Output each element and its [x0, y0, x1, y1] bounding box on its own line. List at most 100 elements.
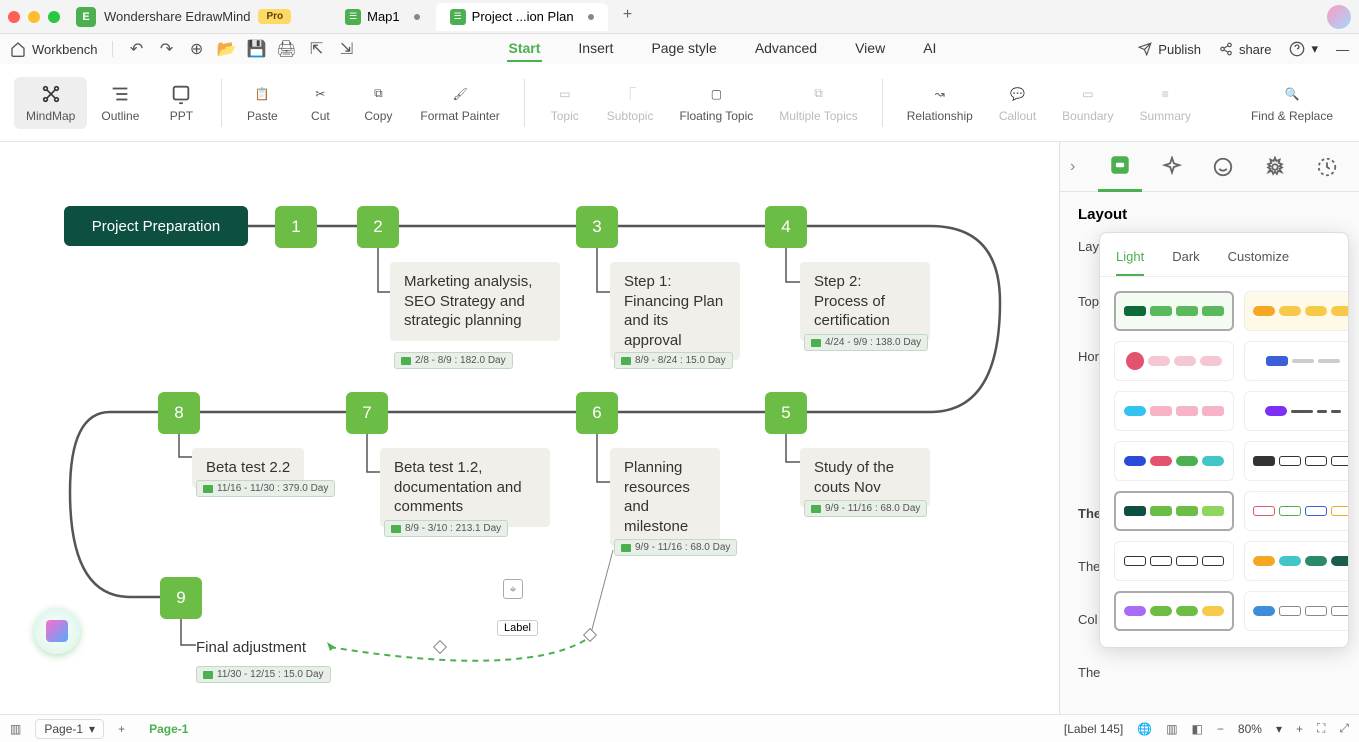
menu-tab-view[interactable]: View [853, 36, 887, 62]
zoom-in-button[interactable]: + [1296, 722, 1303, 736]
theme-tabs: Light Dark Customize [1100, 243, 1348, 277]
theme-swatch[interactable] [1244, 541, 1348, 581]
sub-7[interactable]: Beta test 1.2, documentation and comment… [380, 448, 550, 527]
multiple-topics-button: ⧉Multiple Topics [767, 77, 869, 129]
relationship-label[interactable]: Label [497, 620, 538, 636]
target-indicator[interactable]: ⌖ [503, 579, 523, 599]
fullscreen-icon[interactable]: ⛶ [1317, 721, 1325, 736]
panel-tab-icon[interactable] [1202, 142, 1246, 192]
redo-button[interactable]: ↷ [157, 39, 177, 59]
panel-tab-style[interactable] [1150, 142, 1194, 192]
theme-tab-light[interactable]: Light [1116, 243, 1144, 276]
node-4[interactable]: 4 [765, 206, 807, 248]
node-2[interactable]: 2 [357, 206, 399, 248]
theme-swatch[interactable] [1114, 491, 1234, 531]
maximize-window-icon[interactable] [48, 11, 60, 23]
selection-handle[interactable] [433, 640, 447, 654]
panel-tab-history[interactable] [1305, 142, 1349, 192]
save-button[interactable]: 💾 [247, 39, 267, 59]
minimize-window-icon[interactable] [28, 11, 40, 23]
theme-swatch[interactable] [1114, 541, 1234, 581]
node-5[interactable]: 5 [765, 392, 807, 434]
user-avatar[interactable] [1327, 5, 1351, 29]
print-button[interactable]: 🖨 [277, 39, 297, 59]
menu-tab-insert[interactable]: Insert [576, 36, 615, 62]
theme-swatch[interactable] [1114, 291, 1234, 331]
theme-swatch[interactable] [1114, 591, 1234, 631]
collapse-panel-button[interactable]: › [1070, 158, 1090, 176]
copy-button[interactable]: ⧉Copy [350, 77, 406, 129]
export-button[interactable]: ⇱ [307, 39, 327, 59]
globe-icon[interactable]: 🌐 [1137, 722, 1152, 736]
help-button[interactable]: ▾ [1289, 41, 1318, 57]
cut-button[interactable]: ✂Cut [292, 77, 348, 129]
add-page-button[interactable]: + [118, 722, 125, 736]
menu-tab-page-style[interactable]: Page style [649, 36, 718, 62]
paste-button[interactable]: 📋Paste [234, 77, 290, 129]
theme-swatch[interactable] [1114, 341, 1234, 381]
theme-swatch[interactable] [1244, 441, 1348, 481]
doc-tab-map1[interactable]: ☰ Map1 [331, 3, 434, 31]
panel-tab-clip[interactable] [1253, 142, 1297, 192]
panel-tab-layout[interactable] [1098, 142, 1142, 192]
selection-handle[interactable] [583, 628, 597, 642]
share-button[interactable]: share [1219, 42, 1272, 57]
close-window-icon[interactable] [8, 11, 20, 23]
sub-2[interactable]: Marketing analysis, SEO Strategy and str… [390, 262, 560, 341]
theme-swatch[interactable] [1244, 591, 1348, 631]
publish-button[interactable]: Publish [1138, 42, 1201, 57]
split-view-icon[interactable]: ▥ [1166, 722, 1177, 736]
sub-6[interactable]: Planning resources and milestone [610, 448, 720, 546]
node-3[interactable]: 3 [576, 206, 618, 248]
root-node[interactable]: Project Preparation [64, 206, 248, 246]
sub-4[interactable]: Step 2: Process of certification [800, 262, 930, 341]
pages-icon[interactable]: ▥ [10, 722, 21, 736]
ppt-view-button[interactable]: PPT [153, 77, 209, 129]
new-button[interactable]: ⊕ [187, 39, 207, 59]
floating-topic-button[interactable]: ▢Floating Topic [667, 77, 765, 129]
add-tab-button[interactable]: + [616, 3, 640, 27]
theme-swatch[interactable] [1114, 441, 1234, 481]
theme-swatch[interactable] [1244, 491, 1348, 531]
sub-9[interactable]: Final adjustment [196, 634, 306, 662]
zoom-out-button[interactable]: − [1217, 722, 1224, 736]
page-tab[interactable]: Page-1 [139, 720, 198, 738]
sub-5[interactable]: Study of the couts Nov [800, 448, 930, 507]
theme-tab-dark[interactable]: Dark [1172, 243, 1199, 276]
menu-tab-advanced[interactable]: Advanced [753, 36, 819, 62]
sub-3[interactable]: Step 1: Financing Plan and its approval [610, 262, 740, 360]
outline-view-button[interactable]: Outline [89, 77, 151, 129]
meta-7: 8/9 - 3/10 : 213.1 Day [384, 520, 508, 537]
zoom-level[interactable]: 80% [1238, 722, 1262, 736]
fit-icon[interactable]: ⤢ [1339, 721, 1349, 736]
mindmap-view-button[interactable]: MindMap [14, 77, 87, 129]
open-button[interactable]: 📂 [217, 39, 237, 59]
theme-tab-customize[interactable]: Customize [1228, 243, 1289, 276]
ppt-icon [170, 83, 192, 105]
menu-tab-ai[interactable]: AI [921, 36, 938, 62]
more-button[interactable]: — [1336, 42, 1349, 57]
doc-tab-project-plan[interactable]: ☰ Project ...ion Plan [436, 3, 608, 31]
theme-swatch[interactable] [1244, 291, 1348, 331]
node-9[interactable]: 9 [160, 577, 202, 619]
undo-button[interactable]: ↶ [127, 39, 147, 59]
sidebar-icon[interactable]: ◧ [1192, 722, 1203, 736]
page-dropdown[interactable]: Page-1 ▾ [35, 719, 104, 739]
ai-fab-button[interactable] [34, 608, 80, 654]
theme-swatch[interactable] [1244, 341, 1348, 381]
home-icon [10, 41, 26, 57]
find-replace-button[interactable]: 🔍Find & Replace [1239, 77, 1345, 129]
menu-tab-start[interactable]: Start [507, 36, 543, 62]
chevron-down-icon: ▾ [1276, 722, 1282, 736]
import-button[interactable]: ⇲ [337, 39, 357, 59]
node-7[interactable]: 7 [346, 392, 388, 434]
theme-swatch[interactable] [1114, 391, 1234, 431]
relationship-button[interactable]: ↝Relationship [895, 77, 985, 129]
theme-swatch[interactable] [1244, 391, 1348, 431]
node-6[interactable]: 6 [576, 392, 618, 434]
node-8[interactable]: 8 [158, 392, 200, 434]
format-painter-button[interactable]: 🖌Format Painter [408, 77, 511, 129]
node-1[interactable]: 1 [275, 206, 317, 248]
workbench-button[interactable]: Workbench [10, 41, 98, 57]
meta-9: 11/30 - 12/15 : 15.0 Day [196, 666, 331, 683]
